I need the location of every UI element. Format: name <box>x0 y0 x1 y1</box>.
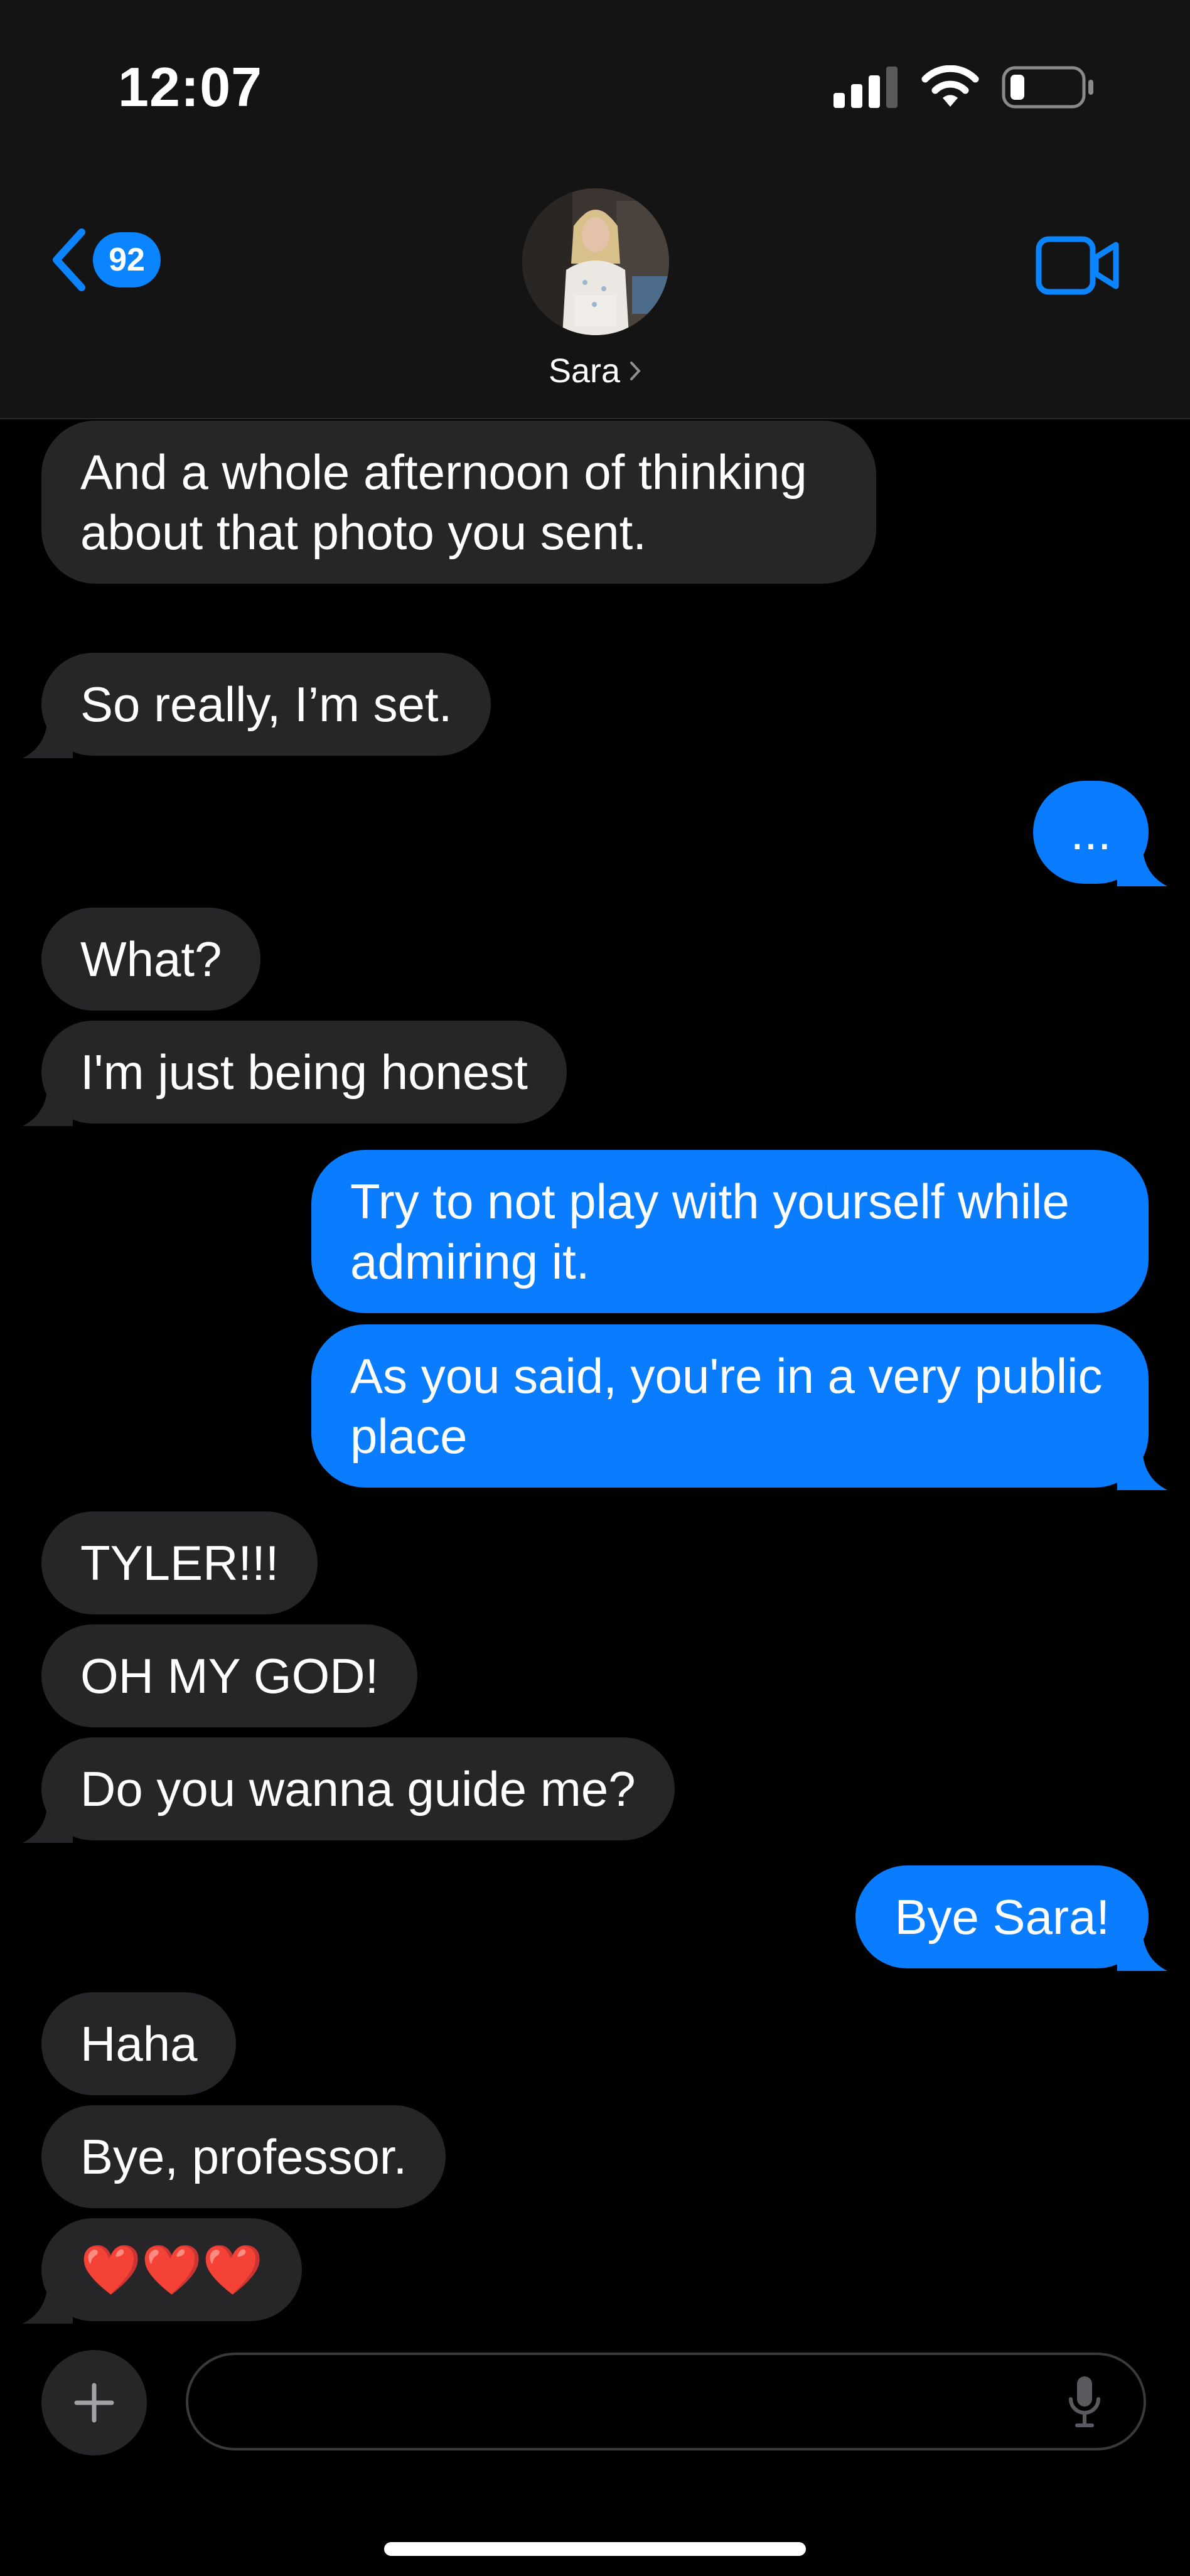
conversation-header: 92 Sara <box>0 163 1190 419</box>
message-bubble-incoming[interactable]: So really, I’m set. <box>23 653 491 758</box>
message-text: ❤️❤️❤️ <box>80 2242 264 2297</box>
message-bubble-incoming[interactable]: OH MY GOD! <box>41 1624 418 1727</box>
microphone-icon <box>1069 2376 1100 2427</box>
wifi-icon <box>921 65 979 107</box>
message-bubble-outgoing[interactable]: ... <box>1033 781 1167 886</box>
message-bubble-outgoing[interactable]: Try to not play with yourself while admi… <box>311 1150 1149 1313</box>
message-bubble-incoming[interactable]: What? <box>41 908 261 1011</box>
plus-icon <box>74 2383 114 2423</box>
bubble-tail <box>1117 842 1167 886</box>
message-text: So really, I’m set. <box>80 677 453 732</box>
message-bubble-incoming[interactable]: Do you wanna guide me? <box>23 1737 675 1843</box>
home-indicator[interactable] <box>384 2542 806 2556</box>
contact-name-button[interactable]: Sara <box>0 352 1190 390</box>
message-bubble-outgoing[interactable]: Bye Sara! <box>855 1865 1167 1971</box>
bubble-tail <box>23 1799 73 1843</box>
status-time: 12:07 <box>118 56 263 118</box>
message-text: TYLER!!! <box>80 1535 279 1591</box>
contact-avatar[interactable] <box>522 188 669 335</box>
video-camera-icon <box>1036 236 1119 295</box>
message-text: ... <box>1070 805 1112 860</box>
message-text: As you said, you're in a very public pla… <box>350 1348 1103 1464</box>
video-call-button[interactable] <box>1036 236 1120 298</box>
dictation-button[interactable] <box>1066 2374 1103 2434</box>
battery-icon <box>1002 66 1093 109</box>
message-text: Bye Sara! <box>894 1889 1110 1945</box>
bubble-tail <box>23 2280 73 2324</box>
bubble-tail <box>1117 1446 1167 1490</box>
message-bubble-incoming[interactable]: I'm just being honest <box>23 1021 567 1126</box>
chevron-right-icon <box>630 362 641 380</box>
cellular-signal-icon <box>834 67 898 108</box>
chevron-left-icon <box>53 228 85 291</box>
message-bubble-incoming[interactable]: Haha <box>41 1992 237 2095</box>
add-attachment-button[interactable] <box>41 2350 147 2455</box>
status-bar: 12:07 <box>0 0 1190 163</box>
message-text: Do you wanna guide me? <box>80 1761 636 1817</box>
message-bubble-incoming[interactable]: Bye, professor. <box>41 2105 446 2208</box>
back-button[interactable]: 92 <box>49 227 161 292</box>
message-bubble-outgoing[interactable]: As you said, you're in a very public pla… <box>311 1324 1167 1490</box>
message-text: I'm just being honest <box>80 1044 528 1100</box>
bubble-tail <box>23 1082 73 1126</box>
message-list: And a whole afternoon of thinking about … <box>0 418 1190 2326</box>
message-text: Try to not play with yourself while admi… <box>350 1174 1069 1289</box>
message-bubble-incoming[interactable]: And a whole afternoon of thinking about … <box>41 421 876 584</box>
unread-count-badge: 92 <box>93 232 161 287</box>
message-bubble-incoming[interactable]: TYLER!!! <box>41 1511 318 1614</box>
message-text: What? <box>80 931 222 987</box>
compose-bar <box>0 2326 1190 2576</box>
message-text: And a whole afternoon of thinking about … <box>80 444 807 560</box>
status-icons <box>834 65 1096 109</box>
message-bubble-incoming[interactable]: ❤️❤️❤️ <box>23 2218 303 2324</box>
bubble-tail <box>1117 1927 1167 1971</box>
contact-name: Sara <box>548 352 621 390</box>
message-text: OH MY GOD! <box>80 1648 379 1704</box>
bubble-tail <box>23 714 73 758</box>
message-text: Bye, professor. <box>80 2129 407 2184</box>
message-input[interactable] <box>186 2353 1146 2450</box>
message-text: Haha <box>80 2016 198 2071</box>
